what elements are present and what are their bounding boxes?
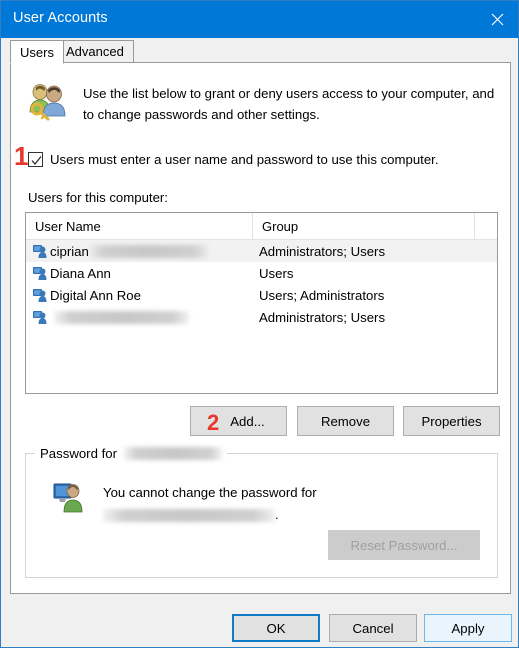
ok-button[interactable]: OK xyxy=(232,614,320,642)
apply-button[interactable]: Apply xyxy=(424,614,512,642)
column-header-spacer xyxy=(475,213,497,239)
user-name-text: Diana Ann xyxy=(50,265,111,281)
tab-strip: Users Advanced xyxy=(10,40,511,64)
table-row[interactable]: Digital Ann Roe Users; Administrators xyxy=(26,284,497,306)
redacted-user-name-2 xyxy=(103,509,275,523)
password-group-legend: Password for xyxy=(35,445,227,461)
column-header-user-name[interactable]: User Name xyxy=(26,213,253,239)
cell-group: Users xyxy=(259,265,294,281)
reset-password-button[interactable]: Reset Password... xyxy=(328,530,480,560)
cancel-button-label: Cancel xyxy=(352,620,394,636)
user-monitor-icon xyxy=(52,480,86,514)
table-row[interactable]: ciprian Administrators; Users xyxy=(26,240,497,262)
add-button-label: Add... xyxy=(230,413,265,429)
user-row-icon xyxy=(33,267,47,280)
user-row-icon xyxy=(33,311,47,324)
redacted-user-name xyxy=(123,446,222,460)
remove-button[interactable]: Remove xyxy=(297,406,394,436)
user-accounts-dialog: User Accounts Users Advanced Use the lis… xyxy=(0,0,519,648)
cell-user-name: Digital Ann Roe xyxy=(32,284,141,306)
cancel-button[interactable]: Cancel xyxy=(329,614,417,642)
table-row[interactable]: Administrators; Users xyxy=(26,306,497,328)
cell-user-name xyxy=(32,306,189,328)
window-title: User Accounts xyxy=(13,10,108,26)
column-header-group[interactable]: Group xyxy=(253,213,475,239)
checkmark-icon xyxy=(31,156,42,166)
user-list-body: ciprian Administrators; Users Diana Ann Use… xyxy=(26,240,497,328)
cell-user-name: Diana Ann xyxy=(32,262,111,284)
user-row-icon xyxy=(33,245,47,258)
close-icon xyxy=(491,13,503,25)
users-tab-panel: Use the list below to grant or deny user… xyxy=(10,62,511,594)
properties-button-label: Properties xyxy=(421,413,482,429)
require-password-checkbox[interactable] xyxy=(28,152,43,167)
add-button[interactable]: 2 Add... xyxy=(190,406,287,436)
password-group-legend-label: Password for xyxy=(40,445,117,461)
tab-users-label: Users xyxy=(20,44,54,60)
user-row-icon xyxy=(33,289,47,302)
column-header-group-label: Group xyxy=(262,218,299,234)
header-description: Use the list below to grant or deny user… xyxy=(83,86,495,122)
remove-button-label: Remove xyxy=(320,413,371,429)
tab-advanced-label: Advanced xyxy=(66,44,124,59)
cell-group: Administrators; Users xyxy=(259,243,386,259)
password-message-line2: . xyxy=(103,504,433,526)
cell-group: Users; Administrators xyxy=(259,287,385,303)
user-list[interactable]: User Name Group ciprian Administrators; U… xyxy=(25,212,498,394)
table-row[interactable]: Diana Ann Users xyxy=(26,262,497,284)
redacted-user-name xyxy=(54,310,189,324)
user-list-caption: Users for this computer: xyxy=(28,190,168,205)
tab-users[interactable]: Users xyxy=(10,40,64,64)
password-message-line1: You cannot change the password for xyxy=(103,485,317,500)
apply-button-label: Apply xyxy=(451,620,485,636)
redacted-user-name xyxy=(89,244,208,258)
properties-button[interactable]: Properties xyxy=(403,406,500,436)
ok-button-label: OK xyxy=(266,620,286,636)
title-bar: User Accounts xyxy=(1,1,518,38)
password-message-suffix: . xyxy=(275,507,279,522)
password-group-box: You cannot change the password for . Res… xyxy=(25,453,498,578)
close-button[interactable] xyxy=(474,1,518,37)
user-list-header: User Name Group xyxy=(26,213,497,240)
annotation-2: 2 xyxy=(207,410,220,435)
reset-password-button-label: Reset Password... xyxy=(350,537,458,553)
column-header-user-name-label: User Name xyxy=(35,218,101,234)
users-key-icon xyxy=(25,82,69,122)
tab-advanced[interactable]: Advanced xyxy=(56,40,134,63)
user-name-text: ciprian xyxy=(50,243,89,259)
cell-group: Administrators; Users xyxy=(259,309,386,325)
require-password-checkbox-label: Users must enter a user name and passwor… xyxy=(50,152,439,167)
cell-user-name: ciprian xyxy=(32,240,208,262)
annotation-1: 1 xyxy=(14,141,29,171)
user-name-text: Digital Ann Roe xyxy=(50,287,141,303)
password-message: You cannot change the password for . xyxy=(103,482,433,526)
require-password-checkbox-row[interactable]: Users must enter a user name and passwor… xyxy=(28,150,438,169)
